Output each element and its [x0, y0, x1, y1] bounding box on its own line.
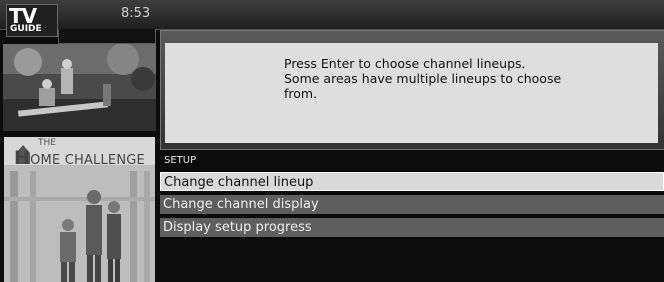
info-line: from. — [284, 86, 318, 101]
home-challenge-promo[interactable]: THE HOME CHALLENGE — [4, 137, 155, 282]
promo-title-initial: H — [14, 147, 31, 169]
setup-heading: SETUP — [164, 155, 197, 166]
menu-item-display-setup-progress[interactable]: Display setup progress — [160, 218, 664, 237]
tv-guide-screen: 8:53 TV GUIDE THE HOME CHALLENGE Press E… — [0, 0, 664, 282]
video-frame-tab — [58, 29, 156, 44]
top-bar: 8:53 — [0, 0, 664, 30]
info-line: Press Enter to choose channel lineups. — [284, 56, 526, 71]
promo-title-rest: OME CHALLENGE — [30, 153, 145, 168]
info-message-box: Press Enter to choose channel lineups. S… — [165, 43, 658, 143]
menu-item-change-channel-lineup[interactable]: Change channel lineup — [160, 172, 664, 191]
info-line: Some areas have multiple lineups to choo… — [284, 71, 562, 86]
tv-guide-logo: TV GUIDE — [6, 4, 58, 37]
clock: 8:53 — [121, 6, 151, 21]
live-video-thumbnail — [3, 44, 156, 131]
menu-item-change-channel-display[interactable]: Change channel display — [160, 195, 664, 214]
logo-guide-text: GUIDE — [10, 24, 42, 34]
promo-title: HOME CHALLENGE — [14, 147, 145, 169]
